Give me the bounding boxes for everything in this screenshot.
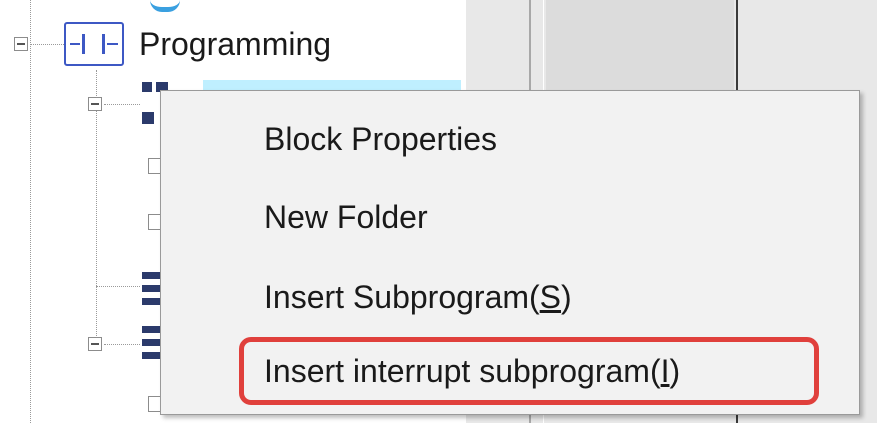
menu-item-label: Insert Subprogram( <box>264 279 540 315</box>
tree-guide-line <box>104 104 140 105</box>
list-icon <box>142 326 160 366</box>
menu-item-accelerator: S <box>539 279 562 315</box>
tree-guide-line <box>104 344 140 345</box>
menu-item-insert-subprogram[interactable]: Insert Subprogram(S) <box>264 277 572 317</box>
collapse-toggle[interactable] <box>14 37 28 51</box>
tree-guide-line <box>30 0 31 423</box>
menu-item-label: New Folder <box>264 199 428 235</box>
collapse-toggle[interactable] <box>88 97 102 111</box>
menu-item-label: Block Properties <box>264 121 497 157</box>
tree-guide-line <box>96 286 140 287</box>
menu-item-label-suffix: ) <box>561 279 572 315</box>
menu-item-new-folder[interactable]: New Folder <box>264 197 428 237</box>
tree-guide-line <box>30 44 64 45</box>
tree-node-label-programming[interactable]: Programming <box>139 24 331 64</box>
list-icon <box>142 272 160 312</box>
selected-tree-item[interactable] <box>203 80 461 90</box>
collapse-toggle[interactable] <box>88 337 102 351</box>
ladder-contact-icon <box>64 22 124 66</box>
tree-node-icon-partial <box>150 0 180 12</box>
annotation-highlight-box <box>239 337 819 405</box>
context-menu: Block Properties New Folder Insert Subpr… <box>160 90 860 415</box>
tree-guide-line <box>96 70 97 350</box>
menu-item-block-properties[interactable]: Block Properties <box>264 119 497 159</box>
splitter-area <box>546 0 734 90</box>
